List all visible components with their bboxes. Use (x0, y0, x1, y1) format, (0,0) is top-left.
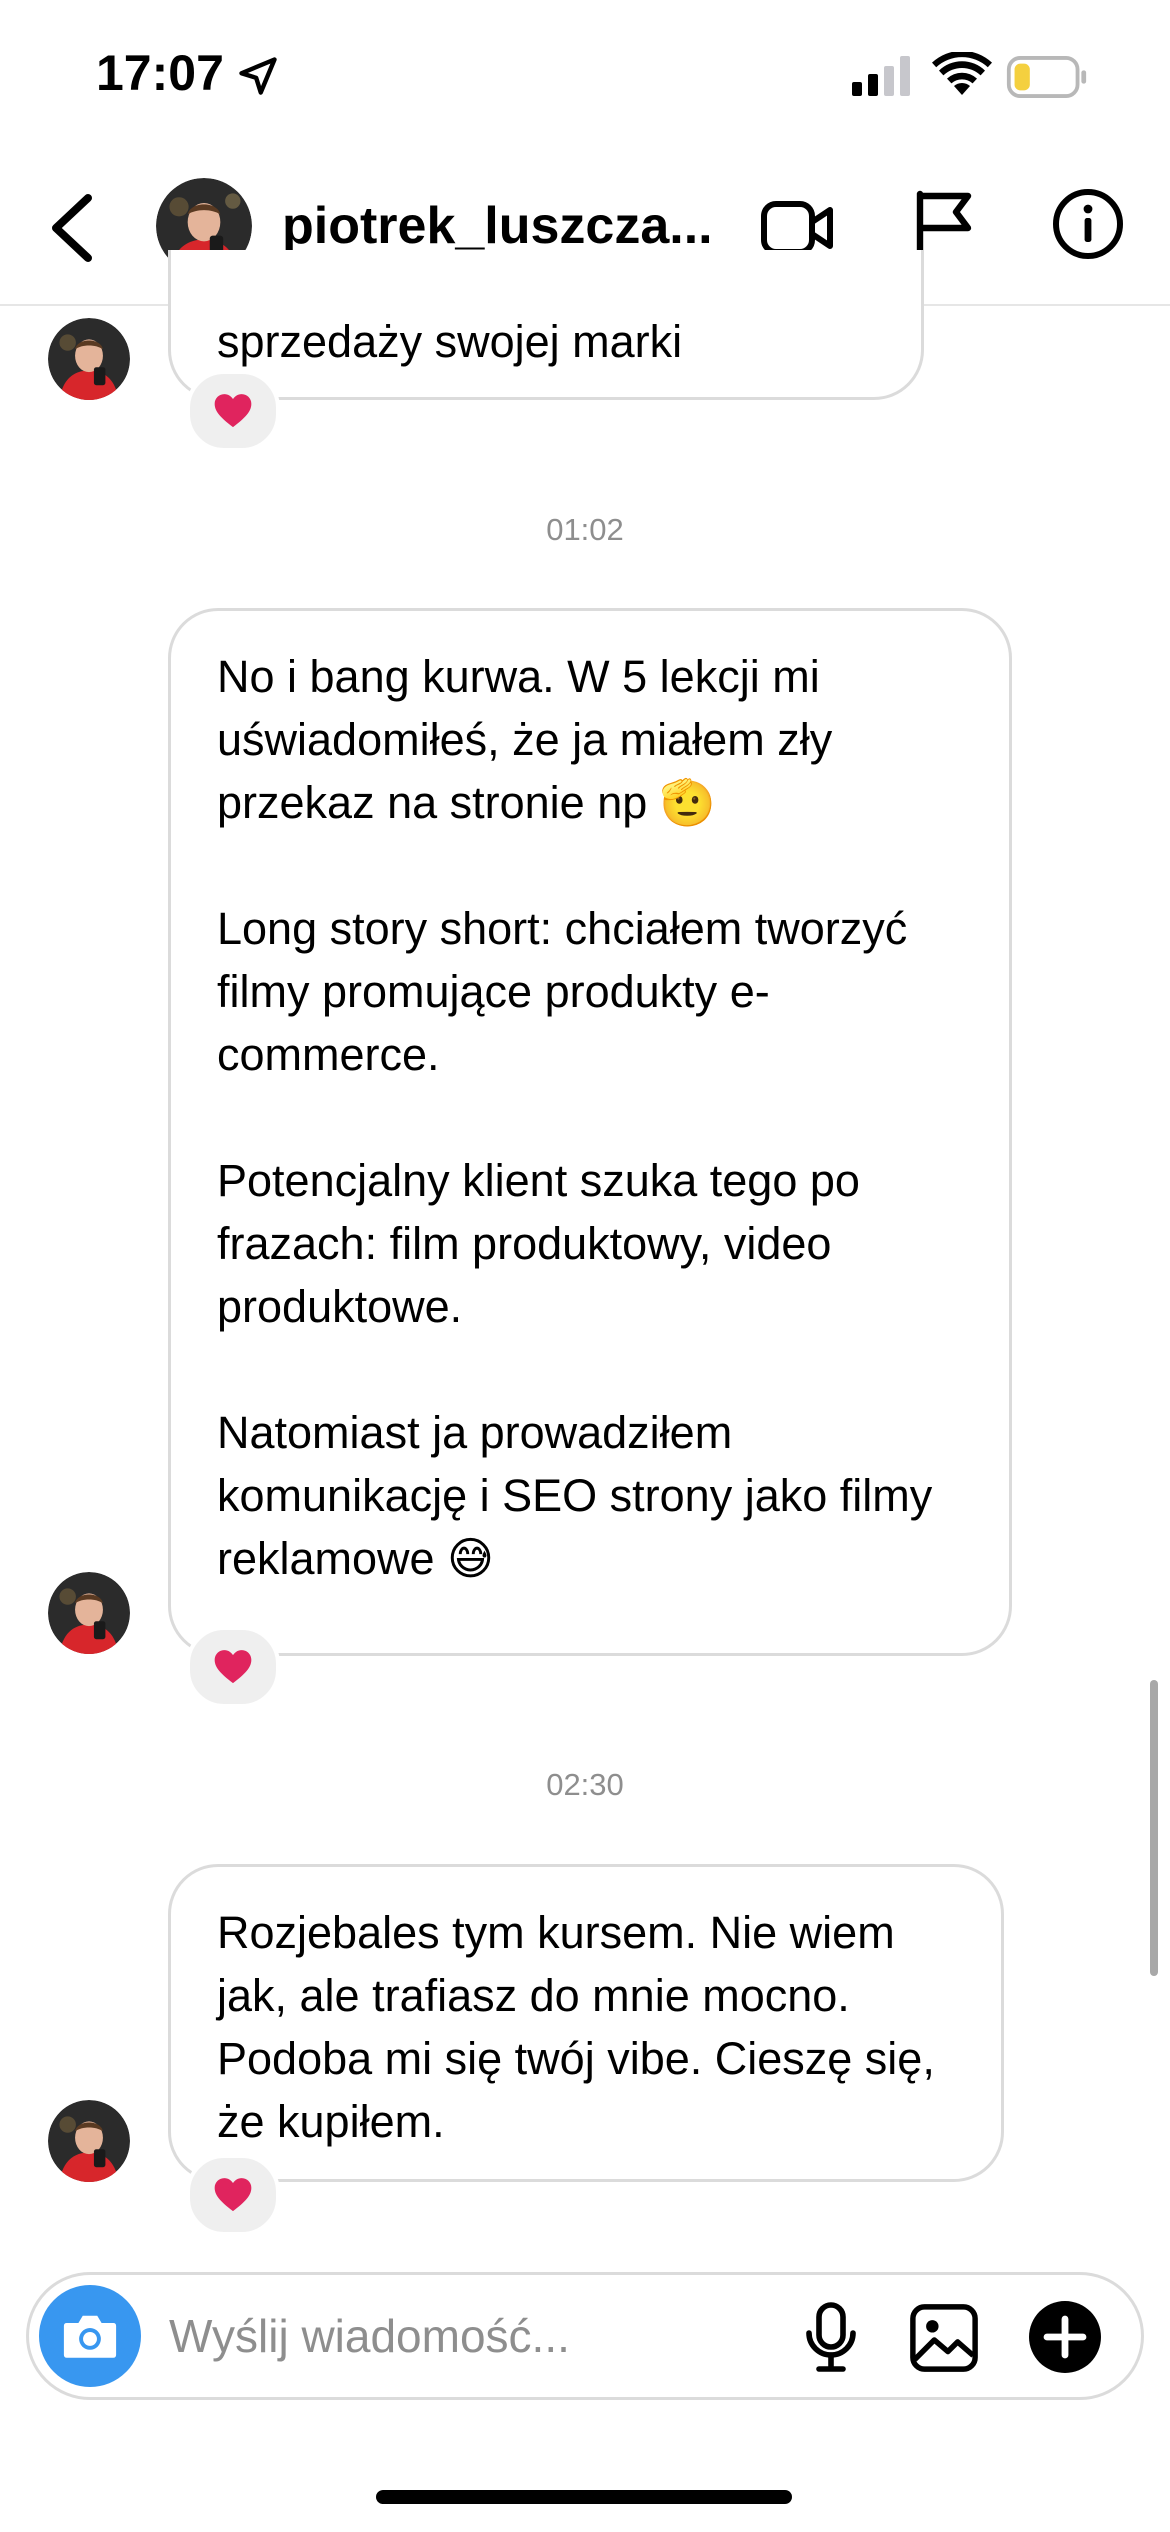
message-bubble[interactable]: sprzedaży swojej marki (168, 250, 924, 400)
heart-reaction[interactable] (186, 370, 280, 452)
message-timestamp: 01:02 (546, 512, 624, 547)
sender-avatar[interactable] (48, 2100, 130, 2182)
message-text: sprzedaży swojej marki (217, 316, 683, 367)
sender-avatar[interactable] (48, 1572, 130, 1654)
message-paragraph: Rozjebales tym kursem. Nie wiem jak, ale… (217, 1907, 935, 2147)
camera-icon (63, 2315, 117, 2358)
message-input[interactable] (169, 2303, 649, 2369)
message-bubble[interactable]: Rozjebales tym kursem. Nie wiem jak, ale… (168, 1864, 1004, 2182)
back-chevron-icon[interactable] (44, 192, 98, 264)
message-paragraph: Long story short: chciałem tworzyć filmy… (217, 903, 908, 1080)
cellular-signal-icon (852, 56, 910, 96)
chat-username[interactable]: piotrek_luszcza... (282, 196, 713, 256)
heart-icon (214, 394, 252, 428)
status-time: 17:07 (96, 45, 224, 101)
home-indicator[interactable] (376, 2490, 792, 2504)
message-paragraph: No i bang kurwa. W 5 lekcji mi uświadomi… (217, 651, 833, 828)
heart-icon (214, 2178, 252, 2212)
camera-button[interactable] (39, 2285, 141, 2387)
battery-low-icon (1006, 56, 1087, 98)
message-paragraph: Potencjalny klient szuka tego po frazach… (217, 1155, 860, 1332)
heart-reaction[interactable] (186, 2154, 280, 2236)
heart-reaction[interactable] (186, 1626, 280, 1708)
gallery-icon[interactable] (909, 2303, 979, 2373)
info-icon[interactable] (1052, 188, 1124, 260)
location-arrow-icon (239, 57, 277, 95)
message-paragraph: Natomiast ja prowadziłem komunikację i S… (217, 1407, 933, 1584)
plus-icon[interactable] (1027, 2299, 1103, 2375)
status-bar: 17:07 (0, 0, 1170, 150)
microphone-icon[interactable] (801, 2301, 861, 2373)
scrollbar[interactable] (1150, 1680, 1158, 1976)
heart-icon (214, 1650, 252, 1684)
message-composer (26, 2272, 1144, 2400)
wifi-icon (932, 52, 992, 95)
message-bubble[interactable]: No i bang kurwa. W 5 lekcji mi uświadomi… (168, 608, 1012, 1656)
message-timestamp: 02:30 (546, 1767, 624, 1802)
sender-avatar[interactable] (48, 318, 130, 400)
